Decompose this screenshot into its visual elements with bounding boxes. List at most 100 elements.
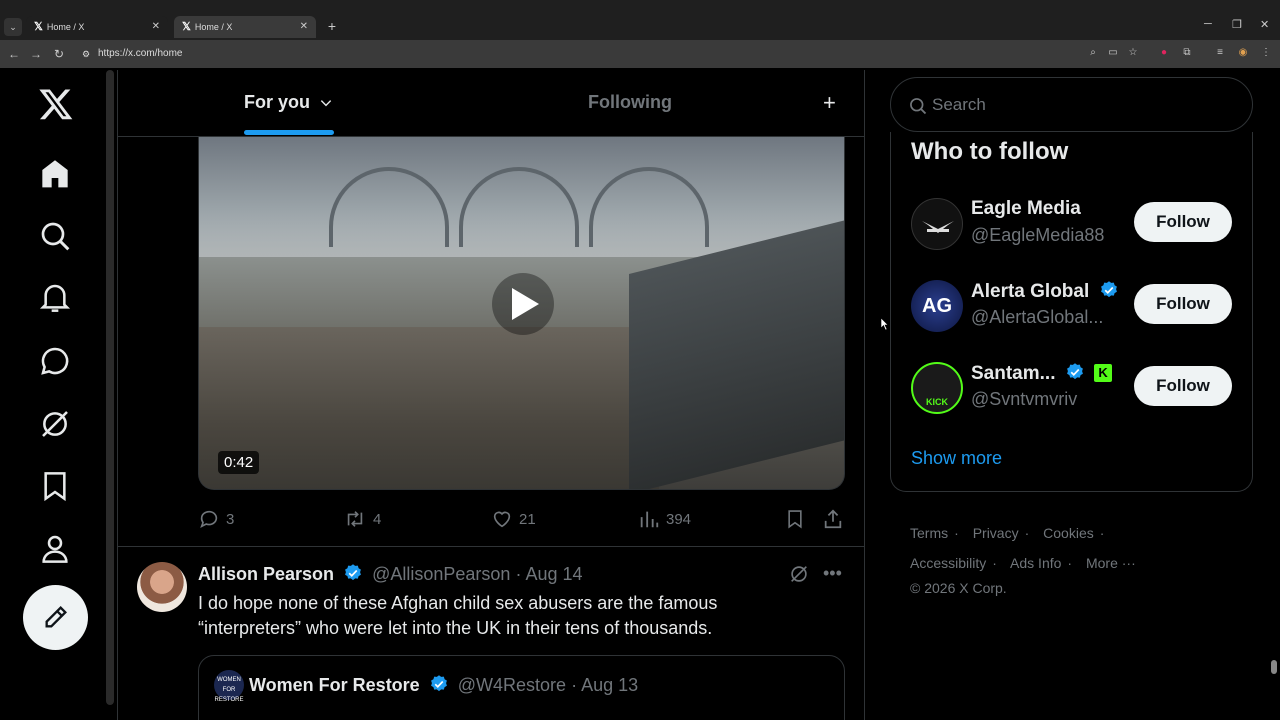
- tweet-text-line: “interpreters” who were let into the UK …: [198, 618, 713, 638]
- avatar[interactable]: KICK: [911, 362, 963, 414]
- new-tab-icon[interactable]: +: [324, 17, 340, 35]
- reply-icon: [200, 510, 218, 528]
- avatar[interactable]: AG: [911, 280, 963, 332]
- quoted-author-handle: @W4Restore: [457, 675, 567, 695]
- profile-icon[interactable]: [39, 533, 71, 565]
- site-info-icon[interactable]: ⚙: [82, 44, 90, 64]
- quoted-tweet[interactable]: WOMEN FOR RESTORE Women For Restore @W4R…: [198, 655, 845, 720]
- tab-close-icon[interactable]: ✕: [152, 16, 160, 38]
- tweet-author-handle[interactable]: @AllisonPearson: [372, 564, 510, 584]
- notifications-bell-icon[interactable]: [39, 282, 71, 314]
- follow-suggestion[interactable]: AG Alerta Global @AlertaGlobal... Follow: [891, 272, 1254, 342]
- tweet-author-name[interactable]: Allison Pearson: [198, 564, 334, 584]
- suggestion-name-row: Alerta Global: [971, 280, 1123, 303]
- suggestion-name[interactable]: Eagle Media: [971, 198, 1081, 220]
- page-scrollbar-thumb[interactable]: [1271, 660, 1277, 674]
- suggestion-handle[interactable]: @AlertaGlobal...: [971, 307, 1103, 328]
- mouse-cursor-icon: [881, 318, 889, 330]
- bookmark-button[interactable]: [785, 505, 805, 533]
- profile-avatar-icon[interactable]: ◉: [1236, 46, 1250, 60]
- browser-tab-active[interactable]: 𝕏 Home / X ✕: [174, 16, 316, 38]
- tweet-date[interactable]: · Aug 14: [515, 564, 582, 584]
- x-favicon-icon: 𝕏: [34, 21, 43, 33]
- video-player[interactable]: 0:42: [198, 137, 845, 490]
- play-button[interactable]: [492, 273, 554, 335]
- video-frame-crowd: [199, 327, 659, 489]
- footer-separator: ·: [1024, 525, 1030, 541]
- follow-button[interactable]: Follow: [1134, 202, 1232, 242]
- footer-link-ads-info[interactable]: Ads Info: [1010, 555, 1061, 571]
- views-count: 394: [666, 510, 692, 528]
- grok-icon[interactable]: [39, 408, 71, 440]
- footer-link-cookies[interactable]: Cookies: [1043, 525, 1094, 541]
- tweet-allison-pearson[interactable]: Allison Pearson @AllisonPearson · Aug 14…: [118, 547, 864, 720]
- avatar[interactable]: [137, 562, 187, 612]
- avatar[interactable]: [911, 198, 963, 250]
- footer-link-privacy[interactable]: Privacy: [973, 525, 1019, 541]
- like-button[interactable]: 21: [491, 505, 536, 533]
- repost-button[interactable]: 4: [343, 505, 381, 533]
- extensions-puzzle-icon[interactable]: ⧉: [1180, 46, 1194, 60]
- reload-icon[interactable]: ↻: [50, 45, 68, 63]
- search-input[interactable]: [932, 92, 1232, 118]
- add-feed-icon[interactable]: +: [823, 90, 836, 116]
- window-close-icon[interactable]: ✕: [1260, 18, 1269, 31]
- zoom-icon[interactable]: ⌕: [1086, 46, 1100, 60]
- reading-list-icon[interactable]: ≡: [1213, 46, 1227, 60]
- search-icon: [910, 98, 927, 115]
- home-icon[interactable]: [39, 158, 71, 190]
- who-to-follow-title: Who to follow: [911, 138, 1069, 165]
- url-text: https://x.com/home: [98, 48, 183, 59]
- verified-badge-icon: [1066, 363, 1083, 380]
- bookmarks-icon[interactable]: [39, 470, 71, 502]
- cast-icon[interactable]: ▭: [1106, 46, 1120, 60]
- show-more-link[interactable]: Show more: [911, 448, 1002, 469]
- footer-link-terms[interactable]: Terms: [910, 525, 948, 541]
- x-logo-icon[interactable]: [38, 86, 74, 122]
- footer-link-accessibility[interactable]: Accessibility: [910, 555, 986, 571]
- compose-post-button[interactable]: [23, 585, 88, 650]
- extension-icon[interactable]: ●: [1157, 46, 1171, 60]
- quoted-avatar[interactable]: WOMEN FOR RESTORE: [214, 670, 244, 703]
- tweet-more-icon[interactable]: •••: [823, 563, 842, 584]
- share-button[interactable]: [822, 505, 844, 533]
- main-timeline: For you Following + 0:42 3 4 21 394 Alli…: [117, 70, 865, 720]
- address-bar: ← → ↻ ⚙ https://x.com/home ⌕ ▭ ☆ ● ⧉ ≡ ◉…: [0, 40, 1280, 68]
- minimize-icon[interactable]: ─: [1204, 18, 1212, 30]
- tab-for-you[interactable]: For you: [244, 92, 333, 113]
- suggestion-handle[interactable]: @Svntvmvriv: [971, 389, 1077, 410]
- tweet-text-line: I do hope none of these Afghan child sex…: [198, 593, 718, 613]
- repost-icon: [347, 511, 363, 527]
- share-icon: [824, 509, 842, 529]
- browser-tab-bar: ⌄ 𝕏 Home / X ✕ 𝕏 Home / X ✕ + ─ ❐ ✕: [0, 0, 1280, 40]
- follow-button[interactable]: Follow: [1134, 366, 1232, 406]
- suggestion-name[interactable]: Santam...: [971, 363, 1055, 384]
- suggestion-handle[interactable]: @EagleMedia88: [971, 225, 1104, 246]
- bookmark-star-icon[interactable]: ☆: [1126, 46, 1140, 60]
- url-field[interactable]: ⚙ https://x.com/home: [80, 44, 1100, 64]
- search-box[interactable]: [890, 77, 1253, 132]
- maximize-icon[interactable]: ❐: [1232, 18, 1242, 31]
- verified-badge-icon: [345, 564, 361, 581]
- back-icon[interactable]: ←: [5, 45, 23, 63]
- left-scrollbar[interactable]: [106, 70, 114, 705]
- browser-menu-icon[interactable]: ⋮: [1259, 46, 1273, 60]
- reply-button[interactable]: 3: [198, 505, 234, 533]
- footer-link-more[interactable]: More ···: [1086, 555, 1136, 571]
- follow-suggestion[interactable]: KICK Santam... K @Svntvmvriv Follow: [891, 354, 1254, 424]
- grok-icon[interactable]: [788, 563, 810, 585]
- search-icon[interactable]: [39, 220, 71, 252]
- browser-tab-title: Home / X: [46, 22, 85, 32]
- follow-suggestion[interactable]: Eagle Media @EagleMedia88 Follow: [891, 190, 1254, 260]
- suggestion-name[interactable]: Alerta Global: [971, 281, 1089, 302]
- tab-search-chevron-icon[interactable]: ⌄: [4, 18, 22, 36]
- forward-icon[interactable]: →: [27, 45, 45, 63]
- active-tab-indicator: [244, 130, 334, 135]
- browser-tab[interactable]: 𝕏 Home / X ✕: [26, 16, 168, 38]
- tab-close-icon[interactable]: ✕: [300, 16, 308, 38]
- messages-icon[interactable]: [39, 345, 71, 377]
- views-button[interactable]: 394: [638, 505, 691, 533]
- tab-following[interactable]: Following: [588, 92, 672, 113]
- footer-separator: ·: [1099, 525, 1105, 541]
- follow-button[interactable]: Follow: [1134, 284, 1232, 324]
